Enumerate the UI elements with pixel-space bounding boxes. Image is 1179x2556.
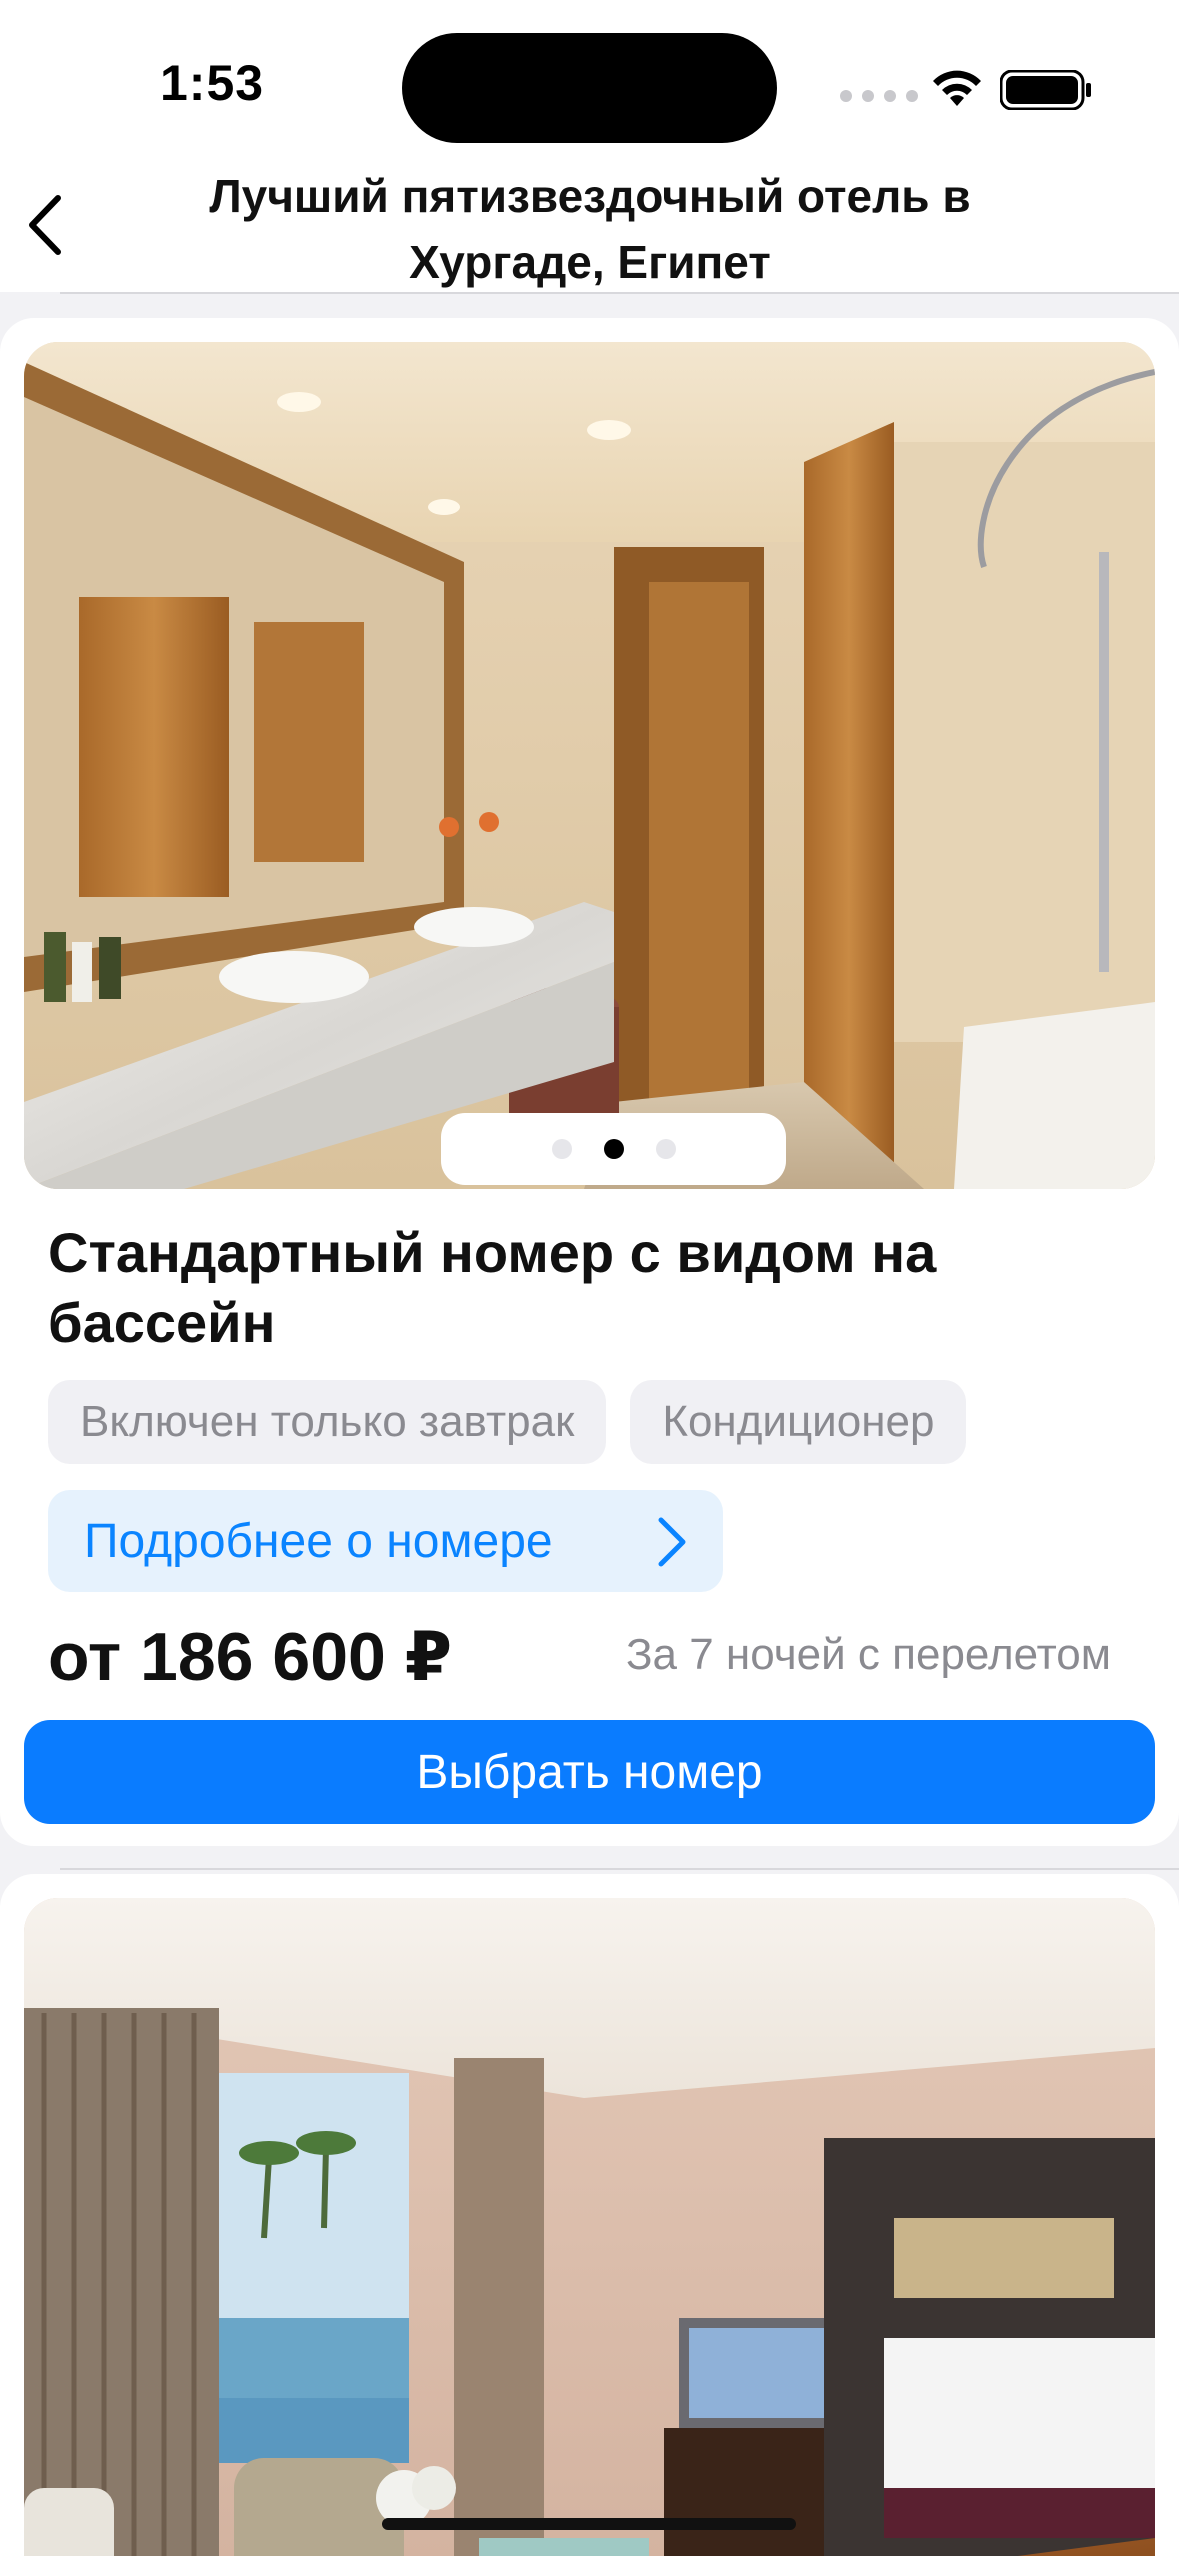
room-photo[interactable] xyxy=(24,342,1155,1189)
tag-air-conditioning: Кондиционер xyxy=(630,1380,967,1464)
status-icons xyxy=(840,60,1091,110)
room-card xyxy=(0,1874,1179,2556)
top-bar: 1:53 Лучший пятизвездочный отель в Хурга… xyxy=(0,0,1179,292)
chevron-right-icon xyxy=(658,1517,686,1567)
room-details-label: Подробнее о номере xyxy=(84,1514,553,1568)
header-divider xyxy=(60,292,1179,294)
room-title: Стандартный номер с видом на бассейн xyxy=(48,1221,937,1354)
pager-dot-active[interactable] xyxy=(603,1139,624,1159)
dynamic-island xyxy=(402,33,777,143)
pager-dot[interactable] xyxy=(551,1139,572,1159)
select-room-button[interactable]: Выбрать номер xyxy=(24,1720,1155,1824)
room-tags: Включен только завтрак Кондиционер xyxy=(48,1380,967,1464)
wifi-icon xyxy=(933,70,981,106)
bedroom-photo-image xyxy=(24,1898,1155,2556)
tag-breakfast: Включен только завтрак xyxy=(48,1380,607,1464)
status-time: 1:53 xyxy=(160,55,265,111)
room-card: Стандартный номер с видом на бассейн Вкл… xyxy=(0,318,1179,1846)
bathroom-photo-image xyxy=(24,342,1155,1189)
price-note: За 7 ночей с перелетом xyxy=(625,1630,1111,1679)
room-price: от 186 600 ₽ xyxy=(48,1619,453,1695)
card-divider xyxy=(60,1868,1179,1870)
back-button[interactable] xyxy=(18,190,78,260)
home-indicator[interactable] xyxy=(382,2518,796,2530)
battery-icon xyxy=(1000,70,1091,110)
photo-pager[interactable] xyxy=(441,1113,786,1185)
page-title: Лучший пятизвездочный отель в Хургаде, Е… xyxy=(209,170,971,288)
room-details-button[interactable]: Подробнее о номере xyxy=(48,1490,723,1592)
cellular-signal-icon xyxy=(840,90,918,102)
pager-dot[interactable] xyxy=(655,1139,676,1159)
room-photo[interactable] xyxy=(24,1898,1155,2556)
